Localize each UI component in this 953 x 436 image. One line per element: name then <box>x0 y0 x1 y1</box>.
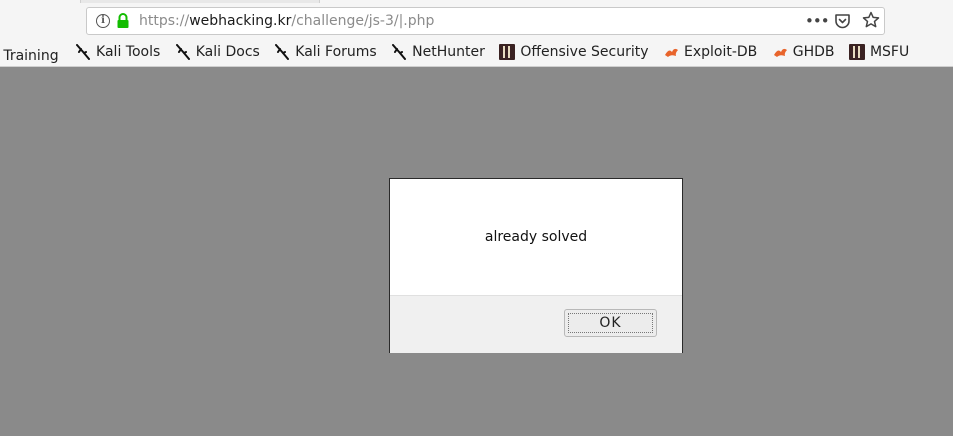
bookmark-label: NetHunter <box>412 44 485 60</box>
url-protocol: https:// <box>139 13 190 29</box>
kali-dragon-icon <box>392 44 407 60</box>
info-icon[interactable]: i <box>96 14 110 28</box>
url-host: webhacking.kr <box>189 13 292 29</box>
dialog-footer: OK <box>390 295 682 353</box>
bookmark-nethunter[interactable]: NetHunter <box>391 41 485 63</box>
browser-toolbar: i https://webhacking.kr/challenge/js-3/|… <box>0 0 953 67</box>
kali-dragon-icon <box>175 44 190 60</box>
page-actions-more-icon[interactable]: ••• <box>805 12 830 30</box>
bookmark-kali-training[interactable]: i Training <box>0 45 59 67</box>
url-text[interactable]: https://webhacking.kr/challenge/js-3/|.p… <box>139 13 434 29</box>
bookmark-label: Offensive Security <box>520 44 649 60</box>
kali-dragon-icon <box>275 44 290 60</box>
pocket-icon[interactable] <box>834 13 851 29</box>
bookmark-kali-tools[interactable]: Kali Tools <box>75 41 160 63</box>
offsec-icon <box>499 44 516 60</box>
lock-icon[interactable] <box>116 13 130 29</box>
bookmark-label: i Training <box>0 48 59 64</box>
exploitdb-icon <box>664 48 678 57</box>
bookmark-offensive-security[interactable]: Offensive Security <box>499 41 649 63</box>
offsec-icon <box>848 44 865 60</box>
dialog-message: already solved <box>484 229 588 245</box>
bookmark-label: MSFU <box>869 44 910 60</box>
bookmark-star-icon[interactable] <box>862 11 880 29</box>
bookmark-label: Exploit-DB <box>683 44 758 60</box>
bookmark-kali-docs[interactable]: Kali Docs <box>175 41 260 63</box>
address-bar[interactable]: i https://webhacking.kr/challenge/js-3/|… <box>86 7 885 35</box>
bookmark-exploit-db[interactable]: Exploit-DB <box>663 41 757 63</box>
bookmark-label: Kali Docs <box>195 44 260 60</box>
tab-strip-edge <box>80 0 320 3</box>
kali-dragon-icon <box>76 44 91 60</box>
bookmark-kali-forums[interactable]: Kali Forums <box>274 41 377 63</box>
exploitdb-icon <box>773 48 787 57</box>
bookmarks-toolbar: i Training Kali Tools Kali Docs Kali For… <box>0 41 919 64</box>
alert-dialog: already solved OK <box>389 178 683 353</box>
bookmark-ghdb[interactable]: GHDB <box>772 41 835 63</box>
bookmark-msfu[interactable]: MSFU <box>848 41 910 63</box>
bookmark-label: Kali Tools <box>96 44 161 60</box>
bookmark-label: Kali Forums <box>295 44 377 60</box>
url-path: /challenge/js-3/|.php <box>291 13 435 29</box>
ok-button[interactable]: OK <box>564 309 657 337</box>
bookmark-label: GHDB <box>792 44 835 60</box>
